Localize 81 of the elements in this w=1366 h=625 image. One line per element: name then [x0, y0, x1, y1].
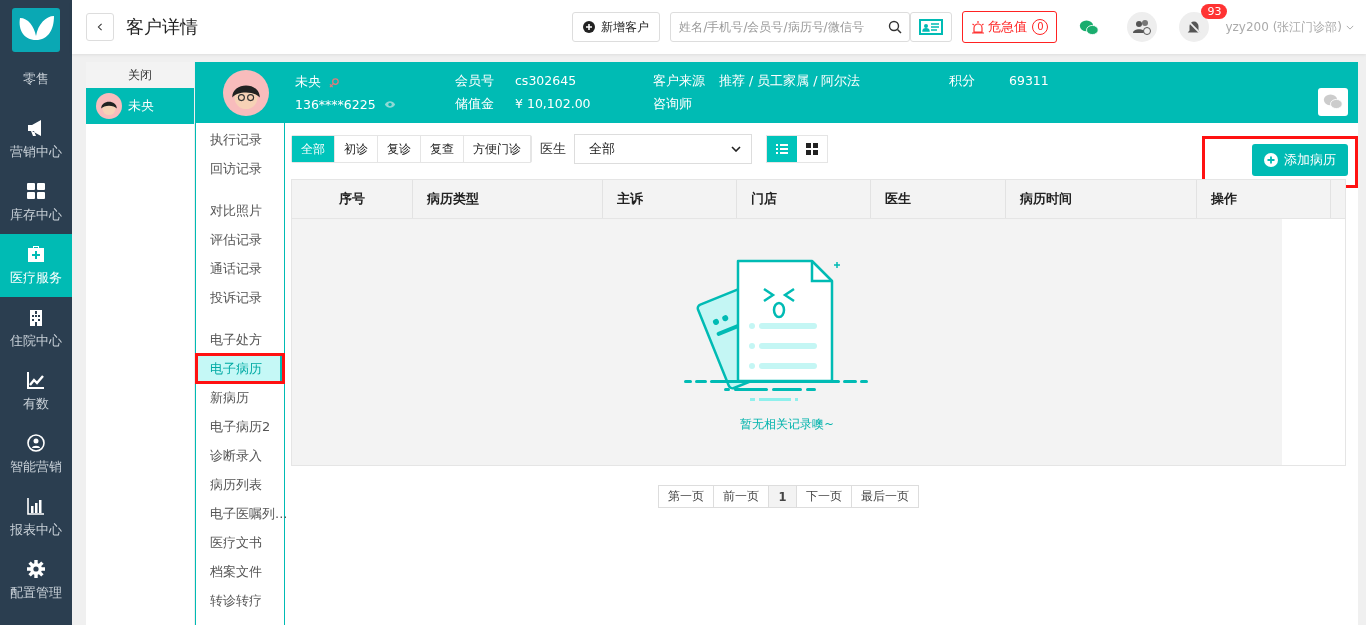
critical-value-button[interactable]: 危急值 0 [962, 11, 1058, 43]
chevron-left-icon [96, 23, 104, 31]
doctor-label: 医生 [540, 140, 566, 158]
column-header: 序号 [292, 180, 413, 218]
customer-phone: 136****6225 [295, 96, 376, 112]
column-header: 主诉 [602, 180, 737, 218]
nav-item[interactable]: 报表中心 [0, 486, 72, 549]
page-button[interactable]: 最后一页 [850, 485, 919, 508]
list-icon [776, 143, 788, 155]
chevron-down-icon [731, 146, 741, 152]
avatar-icon [223, 69, 269, 116]
avatar-icon [96, 93, 122, 119]
side-menu-item[interactable]: 档案文件 [196, 557, 284, 586]
page-button[interactable]: 下一页 [795, 485, 851, 508]
side-menu-item[interactable]: 投诉记录 [196, 283, 284, 312]
side-menu-item[interactable]: 评估记录 [196, 225, 284, 254]
chat-bubbles-icon[interactable] [1079, 18, 1100, 36]
nav-item[interactable]: 住院中心 [0, 297, 72, 360]
search-field[interactable]: 姓名/手机号/会员号/病历号/微信号 [670, 12, 911, 42]
bar-chart-icon [26, 496, 46, 516]
id-card-icon [919, 19, 944, 35]
field-value: 推荐 / 员工家属 / 阿尔法 [719, 72, 861, 90]
grid-icon [806, 143, 818, 155]
medkit-icon [26, 244, 46, 264]
id-card-button[interactable] [910, 12, 953, 42]
nav-item[interactable]: 配置管理 [0, 549, 72, 612]
empty-message: 暂无相关记录噢~ [740, 417, 834, 432]
caret-icon [1346, 24, 1354, 30]
side-menu-item[interactable]: 转诊转疗 [196, 586, 284, 615]
nav-item[interactable]: 智能营销 [0, 423, 72, 486]
column-header: 病历类型 [412, 180, 603, 218]
group-clock-icon[interactable] [1127, 12, 1158, 42]
notification-badge: 93 [1201, 4, 1228, 19]
nav-item[interactable]: 营销中心 [0, 108, 72, 171]
alarm-light-icon [971, 20, 986, 34]
new-customer-button[interactable]: 新增客户 [572, 12, 661, 42]
plus-circle-icon [1264, 153, 1278, 167]
gender-icon [329, 76, 340, 88]
doctor-select[interactable]: 全部 [574, 134, 752, 164]
wechat-button[interactable] [1318, 87, 1348, 116]
nav-item[interactable]: 有数 [0, 360, 72, 423]
page-button[interactable]: 1 [768, 485, 796, 508]
people-circle-icon [26, 433, 46, 453]
field-value: ¥ 10,102.00 [515, 95, 591, 113]
side-menu-item[interactable]: 电子处方 [196, 325, 284, 354]
settings-icon [26, 559, 46, 579]
field-label: 会员号 [455, 72, 495, 90]
nav-item[interactable]: 零售 [0, 60, 72, 108]
side-menu-item[interactable]: 回访记录 [196, 154, 284, 183]
side-menu-item[interactable]: 电子医嘱列... [196, 499, 284, 528]
side-menu-item[interactable]: 电子病历2 [196, 412, 284, 441]
side-menu-item[interactable]: 对比照片 [196, 196, 284, 225]
close-tab-button[interactable]: 关闭 [86, 62, 194, 88]
muted-bell-icon[interactable] [1179, 12, 1210, 42]
eye-icon[interactable] [383, 99, 396, 109]
column-header: 医生 [871, 180, 1007, 218]
side-menu-item[interactable]: 诊断录入 [196, 441, 284, 470]
field-label: 积分 [949, 72, 976, 90]
field-label: 储值金 [455, 95, 495, 113]
page-title: 客户详情 [126, 15, 198, 39]
page-button[interactable]: 第一页 [658, 485, 714, 508]
customer-name: 未央 [295, 73, 321, 91]
column-header: 操作 [1197, 180, 1331, 218]
grid-icon [26, 181, 46, 201]
side-menu-item[interactable]: 执行记录 [196, 125, 284, 154]
chat-bubbles-icon [1323, 93, 1343, 110]
field-label: 客户来源 [653, 72, 705, 90]
field-label: 咨询师 [653, 95, 693, 113]
field-value: 69311 [1009, 72, 1049, 90]
side-menu-item[interactable]: 医疗文书 [196, 528, 284, 557]
line-chart-icon [26, 370, 46, 390]
field-value: cs302645 [515, 72, 577, 90]
plus-circle-icon [583, 21, 596, 33]
side-menu-item[interactable]: 病历列表 [196, 470, 284, 499]
column-header: 门店 [736, 180, 872, 218]
column-header: 病历时间 [1006, 180, 1198, 218]
nav-item[interactable]: 库存中心 [0, 171, 72, 234]
search-icon[interactable] [888, 20, 903, 34]
side-menu-item[interactable]: 通话记录 [196, 254, 284, 283]
page-button[interactable]: 前一页 [713, 485, 769, 508]
side-menu-item[interactable]: 新病历 [196, 383, 284, 412]
